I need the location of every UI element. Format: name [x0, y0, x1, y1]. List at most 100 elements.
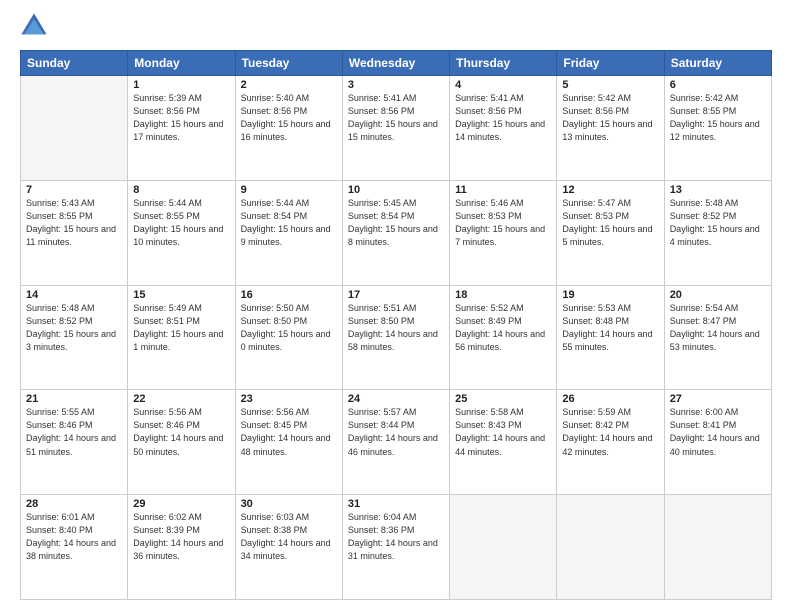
day-number: 21 — [26, 393, 122, 405]
day-number: 23 — [241, 393, 337, 405]
day-cell: 14Sunrise: 5:48 AMSunset: 8:52 PMDayligh… — [21, 285, 128, 390]
day-cell: 26Sunrise: 5:59 AMSunset: 8:42 PMDayligh… — [557, 390, 664, 495]
day-info: Sunrise: 5:57 AMSunset: 8:44 PMDaylight:… — [348, 406, 444, 458]
day-cell: 30Sunrise: 6:03 AMSunset: 8:38 PMDayligh… — [235, 495, 342, 600]
day-number: 10 — [348, 184, 444, 196]
day-number: 4 — [455, 79, 551, 91]
day-info: Sunrise: 6:04 AMSunset: 8:36 PMDaylight:… — [348, 511, 444, 563]
day-info: Sunrise: 5:39 AMSunset: 8:56 PMDaylight:… — [133, 92, 229, 144]
logo — [20, 16, 50, 40]
day-info: Sunrise: 5:41 AMSunset: 8:56 PMDaylight:… — [455, 92, 551, 144]
day-number: 13 — [670, 184, 766, 196]
day-number: 6 — [670, 79, 766, 91]
day-info: Sunrise: 5:54 AMSunset: 8:47 PMDaylight:… — [670, 302, 766, 354]
day-number: 16 — [241, 289, 337, 301]
week-row-0: 1Sunrise: 5:39 AMSunset: 8:56 PMDaylight… — [21, 76, 772, 181]
day-info: Sunrise: 5:45 AMSunset: 8:54 PMDaylight:… — [348, 197, 444, 249]
day-info: Sunrise: 5:46 AMSunset: 8:53 PMDaylight:… — [455, 197, 551, 249]
day-header-sunday: Sunday — [21, 51, 128, 76]
day-header-monday: Monday — [128, 51, 235, 76]
day-info: Sunrise: 5:48 AMSunset: 8:52 PMDaylight:… — [26, 302, 122, 354]
day-cell: 24Sunrise: 5:57 AMSunset: 8:44 PMDayligh… — [342, 390, 449, 495]
week-row-2: 14Sunrise: 5:48 AMSunset: 8:52 PMDayligh… — [21, 285, 772, 390]
day-number: 29 — [133, 498, 229, 510]
day-cell — [450, 495, 557, 600]
day-info: Sunrise: 5:56 AMSunset: 8:45 PMDaylight:… — [241, 406, 337, 458]
day-number: 9 — [241, 184, 337, 196]
day-info: Sunrise: 5:49 AMSunset: 8:51 PMDaylight:… — [133, 302, 229, 354]
day-number: 27 — [670, 393, 766, 405]
day-info: Sunrise: 5:42 AMSunset: 8:56 PMDaylight:… — [562, 92, 658, 144]
day-cell: 15Sunrise: 5:49 AMSunset: 8:51 PMDayligh… — [128, 285, 235, 390]
day-cell: 6Sunrise: 5:42 AMSunset: 8:55 PMDaylight… — [664, 76, 771, 181]
logo-icon — [20, 12, 48, 40]
day-number: 12 — [562, 184, 658, 196]
calendar-body: 1Sunrise: 5:39 AMSunset: 8:56 PMDaylight… — [21, 76, 772, 600]
day-cell: 8Sunrise: 5:44 AMSunset: 8:55 PMDaylight… — [128, 180, 235, 285]
day-number: 18 — [455, 289, 551, 301]
day-cell: 27Sunrise: 6:00 AMSunset: 8:41 PMDayligh… — [664, 390, 771, 495]
day-info: Sunrise: 5:59 AMSunset: 8:42 PMDaylight:… — [562, 406, 658, 458]
day-cell: 31Sunrise: 6:04 AMSunset: 8:36 PMDayligh… — [342, 495, 449, 600]
day-info: Sunrise: 5:44 AMSunset: 8:55 PMDaylight:… — [133, 197, 229, 249]
day-number: 30 — [241, 498, 337, 510]
day-number: 14 — [26, 289, 122, 301]
day-header-saturday: Saturday — [664, 51, 771, 76]
day-info: Sunrise: 6:01 AMSunset: 8:40 PMDaylight:… — [26, 511, 122, 563]
day-cell: 12Sunrise: 5:47 AMSunset: 8:53 PMDayligh… — [557, 180, 664, 285]
day-cell: 29Sunrise: 6:02 AMSunset: 8:39 PMDayligh… — [128, 495, 235, 600]
day-info: Sunrise: 5:47 AMSunset: 8:53 PMDaylight:… — [562, 197, 658, 249]
day-info: Sunrise: 5:53 AMSunset: 8:48 PMDaylight:… — [562, 302, 658, 354]
day-cell: 28Sunrise: 6:01 AMSunset: 8:40 PMDayligh… — [21, 495, 128, 600]
day-number: 19 — [562, 289, 658, 301]
day-info: Sunrise: 5:42 AMSunset: 8:55 PMDaylight:… — [670, 92, 766, 144]
day-cell: 19Sunrise: 5:53 AMSunset: 8:48 PMDayligh… — [557, 285, 664, 390]
day-cell: 10Sunrise: 5:45 AMSunset: 8:54 PMDayligh… — [342, 180, 449, 285]
day-cell: 17Sunrise: 5:51 AMSunset: 8:50 PMDayligh… — [342, 285, 449, 390]
day-info: Sunrise: 5:58 AMSunset: 8:43 PMDaylight:… — [455, 406, 551, 458]
day-cell: 23Sunrise: 5:56 AMSunset: 8:45 PMDayligh… — [235, 390, 342, 495]
day-info: Sunrise: 5:50 AMSunset: 8:50 PMDaylight:… — [241, 302, 337, 354]
day-cell: 20Sunrise: 5:54 AMSunset: 8:47 PMDayligh… — [664, 285, 771, 390]
day-number: 2 — [241, 79, 337, 91]
header — [20, 16, 772, 40]
day-info: Sunrise: 5:51 AMSunset: 8:50 PMDaylight:… — [348, 302, 444, 354]
day-number: 22 — [133, 393, 229, 405]
calendar: SundayMondayTuesdayWednesdayThursdayFrid… — [20, 50, 772, 600]
day-info: Sunrise: 5:56 AMSunset: 8:46 PMDaylight:… — [133, 406, 229, 458]
day-header-wednesday: Wednesday — [342, 51, 449, 76]
day-cell: 16Sunrise: 5:50 AMSunset: 8:50 PMDayligh… — [235, 285, 342, 390]
day-cell: 4Sunrise: 5:41 AMSunset: 8:56 PMDaylight… — [450, 76, 557, 181]
day-cell: 18Sunrise: 5:52 AMSunset: 8:49 PMDayligh… — [450, 285, 557, 390]
day-cell: 7Sunrise: 5:43 AMSunset: 8:55 PMDaylight… — [21, 180, 128, 285]
page: SundayMondayTuesdayWednesdayThursdayFrid… — [0, 0, 792, 612]
day-info: Sunrise: 6:03 AMSunset: 8:38 PMDaylight:… — [241, 511, 337, 563]
day-cell: 13Sunrise: 5:48 AMSunset: 8:52 PMDayligh… — [664, 180, 771, 285]
day-cell — [21, 76, 128, 181]
day-number: 5 — [562, 79, 658, 91]
day-number: 25 — [455, 393, 551, 405]
week-row-4: 28Sunrise: 6:01 AMSunset: 8:40 PMDayligh… — [21, 495, 772, 600]
day-cell: 3Sunrise: 5:41 AMSunset: 8:56 PMDaylight… — [342, 76, 449, 181]
day-cell — [557, 495, 664, 600]
day-number: 24 — [348, 393, 444, 405]
day-info: Sunrise: 6:00 AMSunset: 8:41 PMDaylight:… — [670, 406, 766, 458]
day-cell: 22Sunrise: 5:56 AMSunset: 8:46 PMDayligh… — [128, 390, 235, 495]
day-number: 11 — [455, 184, 551, 196]
day-info: Sunrise: 5:40 AMSunset: 8:56 PMDaylight:… — [241, 92, 337, 144]
day-info: Sunrise: 5:48 AMSunset: 8:52 PMDaylight:… — [670, 197, 766, 249]
day-number: 26 — [562, 393, 658, 405]
day-number: 28 — [26, 498, 122, 510]
day-cell: 5Sunrise: 5:42 AMSunset: 8:56 PMDaylight… — [557, 76, 664, 181]
day-cell: 11Sunrise: 5:46 AMSunset: 8:53 PMDayligh… — [450, 180, 557, 285]
day-number: 7 — [26, 184, 122, 196]
day-info: Sunrise: 5:41 AMSunset: 8:56 PMDaylight:… — [348, 92, 444, 144]
day-info: Sunrise: 5:52 AMSunset: 8:49 PMDaylight:… — [455, 302, 551, 354]
day-header-thursday: Thursday — [450, 51, 557, 76]
day-header-tuesday: Tuesday — [235, 51, 342, 76]
day-cell: 9Sunrise: 5:44 AMSunset: 8:54 PMDaylight… — [235, 180, 342, 285]
day-number: 8 — [133, 184, 229, 196]
calendar-header: SundayMondayTuesdayWednesdayThursdayFrid… — [21, 51, 772, 76]
day-info: Sunrise: 5:55 AMSunset: 8:46 PMDaylight:… — [26, 406, 122, 458]
week-row-1: 7Sunrise: 5:43 AMSunset: 8:55 PMDaylight… — [21, 180, 772, 285]
